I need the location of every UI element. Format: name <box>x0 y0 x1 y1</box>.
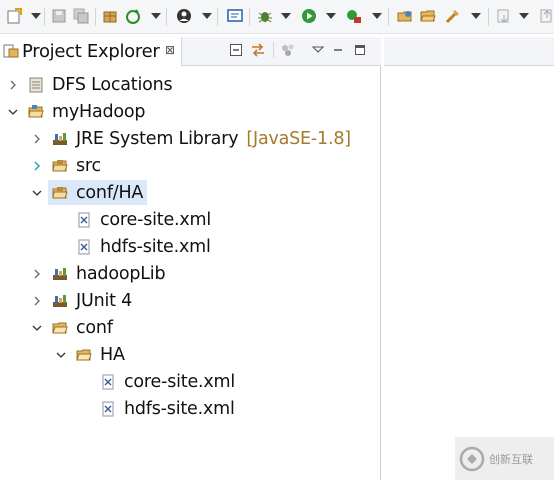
tree-item-src[interactable]: src <box>32 152 103 179</box>
run-icon[interactable] <box>300 7 318 25</box>
collapse-all-icon[interactable] <box>228 42 244 58</box>
toolbar-separator <box>388 8 389 26</box>
main-toolbar <box>0 0 554 34</box>
next-annotation-icon[interactable] <box>495 7 513 25</box>
minimize-icon[interactable] <box>330 42 346 58</box>
external-tools-icon[interactable] <box>345 7 363 25</box>
tree-item-label: conf/HA <box>76 182 144 203</box>
chevron-right-icon[interactable] <box>32 134 42 144</box>
view-menu-chevron-down-icon[interactable] <box>310 42 326 58</box>
toolbar-separator <box>217 8 218 26</box>
tree-item-core-site-xml[interactable]: core-site.xml <box>76 206 213 233</box>
package-icon[interactable] <box>101 7 119 25</box>
tree-item-jre-system-library[interactable]: JRE System Library [JavaSE-1.8] <box>32 125 353 152</box>
chevron-right-icon[interactable] <box>32 160 42 171</box>
library-icon <box>53 132 67 145</box>
tree-item-core-site-xml[interactable]: core-site.xml <box>100 368 237 395</box>
project-folder-icon <box>28 104 44 117</box>
refresh-dropdown-arrow[interactable] <box>151 13 161 19</box>
editor-area <box>384 37 554 480</box>
user-icon[interactable] <box>175 7 193 25</box>
tree-item-hdfs-site-xml[interactable]: hdfs-site.xml <box>100 395 237 422</box>
tree-item-label: core-site.xml <box>100 209 212 230</box>
chevron-right-icon[interactable] <box>8 80 18 90</box>
folder-open-icon <box>76 349 92 360</box>
tree-item-label: conf <box>76 317 113 338</box>
run-dropdown-arrow[interactable] <box>326 13 336 19</box>
source-folder-icon <box>52 159 68 171</box>
close-view-icon[interactable]: ⊠ <box>165 43 175 57</box>
tree-item-label: hdfs-site.xml <box>124 398 235 419</box>
external-tools-dropdown-arrow[interactable] <box>372 13 382 19</box>
view-toolbar-separator <box>273 42 274 58</box>
toolbar-separator <box>488 8 489 26</box>
tree-item-hdfs-site-xml[interactable]: hdfs-site.xml <box>76 233 213 260</box>
chevron-right-icon[interactable] <box>32 269 42 279</box>
watermark: 创新互联 <box>455 437 554 480</box>
xml-file-icon <box>78 212 90 227</box>
maximize-icon[interactable] <box>352 42 368 58</box>
xml-file-icon <box>102 374 114 389</box>
filter-icon[interactable] <box>280 42 296 58</box>
tree-item-dfs-locations[interactable]: DFS Locations <box>8 71 174 98</box>
tree-item-label: DFS Locations <box>52 74 173 95</box>
tree-item-ha[interactable]: HA <box>56 341 127 368</box>
tree-item-label: HA <box>100 344 125 365</box>
watermark-text: 创新互联 <box>489 452 533 466</box>
tree-item-label: hadoopLib <box>76 263 166 284</box>
user-dropdown-arrow[interactable] <box>202 13 212 19</box>
toolbar-separator <box>44 8 45 26</box>
open-type-dropdown-arrow[interactable] <box>471 13 481 19</box>
toolbar-separator <box>95 8 96 26</box>
selection-highlight: conf/HA <box>48 180 148 205</box>
library-icon <box>53 267 67 280</box>
debug-dropdown-arrow[interactable] <box>281 13 291 19</box>
folder-open-icon <box>52 322 68 333</box>
source-folder-icon <box>52 186 68 198</box>
library-icon <box>53 294 67 307</box>
tree-item-conf[interactable]: conf <box>32 314 115 341</box>
tree-item-label: JRE System Library <box>76 128 239 149</box>
project-explorer-view: Project Explorer ⊠ DFS Locations myHadoo… <box>0 37 381 480</box>
dfs-locations-icon <box>29 77 43 92</box>
tree-item-label: core-site.xml <box>124 371 236 392</box>
toolbar-separator <box>249 8 250 26</box>
watermark-logo-icon <box>459 446 485 471</box>
link-with-editor-icon[interactable] <box>250 42 266 58</box>
xml-file-icon <box>102 401 114 416</box>
previous-annotation-icon[interactable] <box>538 7 554 25</box>
chevron-down-icon[interactable] <box>32 188 42 198</box>
tree-item-label: hdfs-site.xml <box>100 236 211 257</box>
tree-item-label: src <box>76 155 101 176</box>
save-all-icon[interactable] <box>72 7 90 25</box>
console-icon[interactable] <box>226 7 244 25</box>
toolbar-separator <box>166 8 167 26</box>
view-tab-bar: Project Explorer ⊠ <box>0 37 381 66</box>
tab-project-explorer[interactable]: Project Explorer ⊠ <box>0 37 182 66</box>
tree-item-junit-4[interactable]: JUnit 4 <box>32 287 134 314</box>
tree-item-hadooplib[interactable]: hadoopLib <box>32 260 167 287</box>
next-annotation-dropdown-arrow[interactable] <box>519 13 529 19</box>
chevron-down-icon[interactable] <box>56 350 66 360</box>
chevron-down-icon[interactable] <box>32 323 42 333</box>
tree-item-label: JUnit 4 <box>76 290 133 311</box>
tree-item-label: myHadoop <box>52 101 146 122</box>
save-icon[interactable] <box>50 7 68 25</box>
open-folder-icon[interactable] <box>419 7 437 25</box>
new-dropdown-arrow[interactable] <box>31 13 41 19</box>
tree-item-conf-ha[interactable]: conf/HA <box>32 179 148 206</box>
refresh-icon[interactable] <box>124 7 142 25</box>
jre-version-decoration: [JavaSE-1.8] <box>246 128 351 149</box>
new-java-project-icon[interactable] <box>396 7 414 25</box>
chevron-down-icon[interactable] <box>8 107 18 117</box>
xml-file-icon <box>78 239 90 254</box>
new-icon[interactable] <box>5 7 23 25</box>
editor-tab-bar <box>384 37 554 66</box>
debug-icon[interactable] <box>256 7 274 25</box>
chevron-right-icon[interactable] <box>32 296 42 306</box>
view-title: Project Explorer <box>22 41 160 62</box>
tree-item-myhadoop[interactable]: myHadoop <box>8 98 147 125</box>
project-explorer-icon <box>3 43 19 63</box>
open-type-icon[interactable] <box>444 7 462 25</box>
